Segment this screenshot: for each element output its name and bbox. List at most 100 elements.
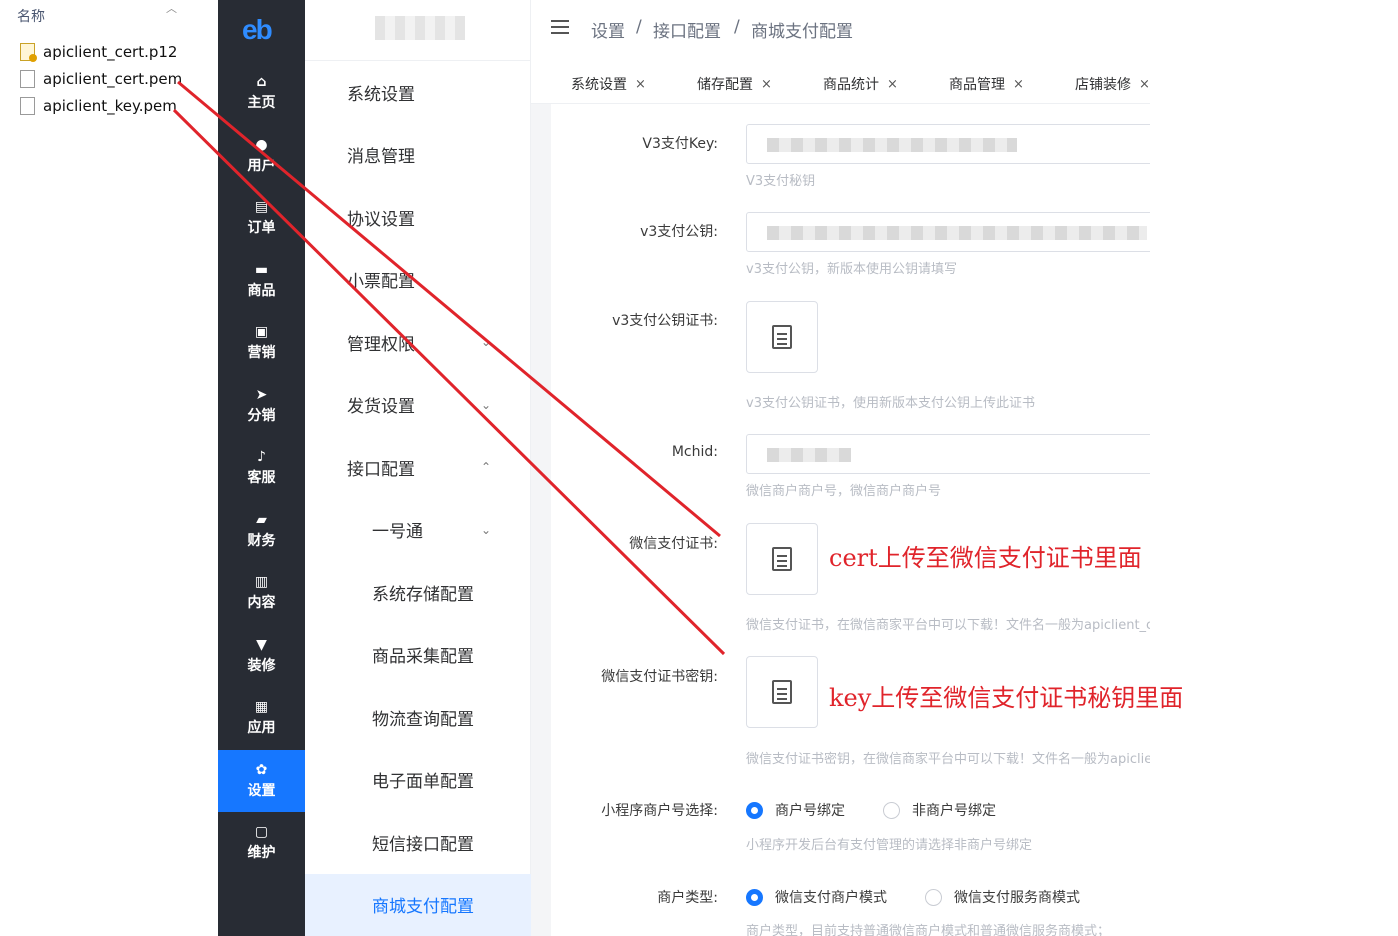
submenu-item-4[interactable]: 管理权限 ⌄ [305,311,531,373]
tab-label: 商品统计 [823,77,879,93]
submenu-item-label: 商城支付配置 [372,897,474,917]
submenu-item-label: 管理权限 [347,334,415,355]
submenu-item-0[interactable]: 系统设置 [305,61,531,123]
annotation-key: key上传至微信支付证书秘钥里面 [829,684,1184,712]
nav-item-5[interactable]: ➤ 分销 [218,375,305,437]
app-logo[interactable]: eb [242,14,273,46]
breadcrumb-current: 商城支付配置 [751,22,853,42]
field-hint: 小程序开发后台有支付管理的请选择非商户号绑定 [746,838,1033,853]
brush-icon: ▼ [256,636,267,653]
nav-item-label: 用户 [247,157,276,174]
chevron-icon[interactable]: ⌄ [481,398,491,412]
wechat-key-upload[interactable] [746,656,818,728]
v3-key-input[interactable] [746,124,1150,164]
radio-checked-icon [746,888,763,906]
tab-system-settings[interactable]: 系统设置 × [571,74,646,94]
submenu-item-label: 电子面单配置 [372,772,474,792]
nav-item-0[interactable]: ⌂ 主页 [218,62,305,124]
field-label: V3支付Key: [642,136,718,152]
file-item-cert-pem[interactable]: apiclient_cert.pem [20,68,182,90]
submenu-item-11[interactable]: 电子面单配置 [305,749,531,811]
submenu-item-8[interactable]: 系统存储配置 [305,561,531,623]
blurred-value [767,138,1017,152]
document-icon [772,325,792,349]
nav-item-8[interactable]: ▥ 内容 [218,562,305,624]
close-icon[interactable]: × [1013,77,1024,92]
wallet-icon: ▰ [256,511,267,528]
v3-public-key-input[interactable] [746,212,1150,252]
menu-toggle-icon[interactable] [551,20,569,36]
submenu-item-3[interactable]: 小票配置 [305,249,531,311]
radio-label: 微信支付服务商模式 [954,890,1080,906]
nav-item-2[interactable]: ▤ 订单 [218,187,305,249]
mini-program-radio-group: 商户号绑定 非商户号绑定 [746,800,1034,820]
wechat-cert-upload[interactable] [746,523,818,595]
submenu-item-9[interactable]: 商品采集配置 [305,624,531,686]
submenu-item-label: 发货设置 [347,397,415,417]
chevron-icon[interactable]: ⌃ [481,460,491,474]
submenu-item-13[interactable]: 商城支付配置 [305,873,531,936]
radio-unchecked-icon [883,801,900,819]
breadcrumb-item[interactable]: 设置 [591,17,625,42]
file-name: apiclient_cert.p12 [43,43,178,61]
nav-item-1[interactable]: ● 用户 [218,125,305,187]
radio-merchant-bind[interactable]: 商户号绑定 [746,800,845,820]
close-icon[interactable]: × [761,77,772,92]
chevron-icon[interactable]: ⌄ [481,335,491,349]
close-icon[interactable]: × [887,77,898,92]
submenu-item-5[interactable]: 发货设置 ⌄ [305,374,531,436]
tab-goods-manage[interactable]: 商品管理 × [949,74,1024,94]
certificate-file-icon [20,43,37,62]
document-file-icon [20,70,35,88]
tab-store-decor[interactable]: 店铺装修 × [1075,74,1150,94]
file-item-p12[interactable]: apiclient_cert.p12 [20,41,177,63]
field-label: 微信支付证书密钥: [601,669,718,685]
submenu-item-1[interactable]: 消息管理 [305,124,531,186]
merchant-type-radio-group: 微信支付商户模式 微信支付服务商模式 [746,887,1118,907]
mchid-input[interactable] [746,434,1150,474]
tab-label: 店铺装修 [1075,77,1131,93]
file-name: apiclient_key.pem [43,97,177,115]
nav-item-10[interactable]: ▦ 应用 [218,687,305,749]
close-icon[interactable]: × [1139,77,1150,92]
radio-non-merchant-bind[interactable]: 非商户号绑定 [883,800,996,820]
nav-item-3[interactable]: ▬ 商品 [218,250,305,312]
radio-unchecked-icon [925,888,942,906]
column-header-name[interactable]: 名称 [17,6,45,26]
payment-config-form: V3支付Key: V3支付秘钥 v3支付公钥: v3支付公钥，新版本使用公钥请填… [551,104,1150,936]
file-item-key-pem[interactable]: apiclient_key.pem [20,95,177,117]
breadcrumb-item[interactable]: 接口配置 [653,17,721,42]
field-hint: V3支付秘钥 [746,174,816,189]
order-icon: ▤ [254,199,269,215]
submenu-item-7[interactable]: 一号通 ⌄ [305,499,531,561]
field-label: v3支付公钥证书: [612,313,718,329]
nav-item-label: 商品 [247,282,276,299]
submenu-item-10[interactable]: 物流查询配置 [305,686,531,748]
submenu-item-6[interactable]: 接口配置 ⌃ [305,436,531,498]
submenu-item-label: 商品采集配置 [372,647,474,667]
submenu-item-label: 系统设置 [347,84,415,105]
submenu-item-2[interactable]: 协议设置 [305,186,531,248]
main-sidebar: eb ⌂ 主页 ● 用户 ▤ 订单 ▬ 商品 ▣ 营销 ➤ 分销 ♪ 客服 ▰ 财务 ▥ 内容 ▼ 装修 ▦ 应用 ✿ 设置 ▢… [218,0,305,936]
tab-storage[interactable]: 储存配置 × [697,74,772,94]
radio-service-provider-mode[interactable]: 微信支付服务商模式 [925,887,1080,907]
nav-item-11[interactable]: ✿ 设置 [218,749,305,812]
radio-merchant-mode[interactable]: 微信支付商户模式 [746,887,887,907]
close-icon[interactable]: × [635,77,646,92]
chevron-icon[interactable]: ⌄ [481,523,491,537]
nav-item-4[interactable]: ▣ 营销 [218,312,305,374]
tab-goods-stats[interactable]: 商品统计 × [823,74,898,94]
nav-item-7[interactable]: ▰ 财务 [218,500,305,562]
book-icon: ▥ [254,574,269,590]
submenu-item-12[interactable]: 短信接口配置 [305,811,531,873]
blurred-value [767,226,1147,240]
v3-cert-upload[interactable] [746,301,818,373]
chip-icon: ▢ [254,824,269,840]
nav-item-6[interactable]: ♪ 客服 [218,437,305,499]
field-hint: 微信支付证书，在微信商家平台中可以下载！文件名一般为apiclient_cert… [746,618,1150,633]
nav-item-9[interactable]: ▼ 装修 [218,625,305,687]
document-icon [772,547,792,571]
nav-item-12[interactable]: ▢ 维护 [218,812,305,874]
field-hint: 微信支付证书密钥，在微信商家平台中可以下载！文件名一般为apiclient_ke… [746,752,1150,767]
field-hint: 微信商户商户号，微信商户商户号 [746,484,942,499]
